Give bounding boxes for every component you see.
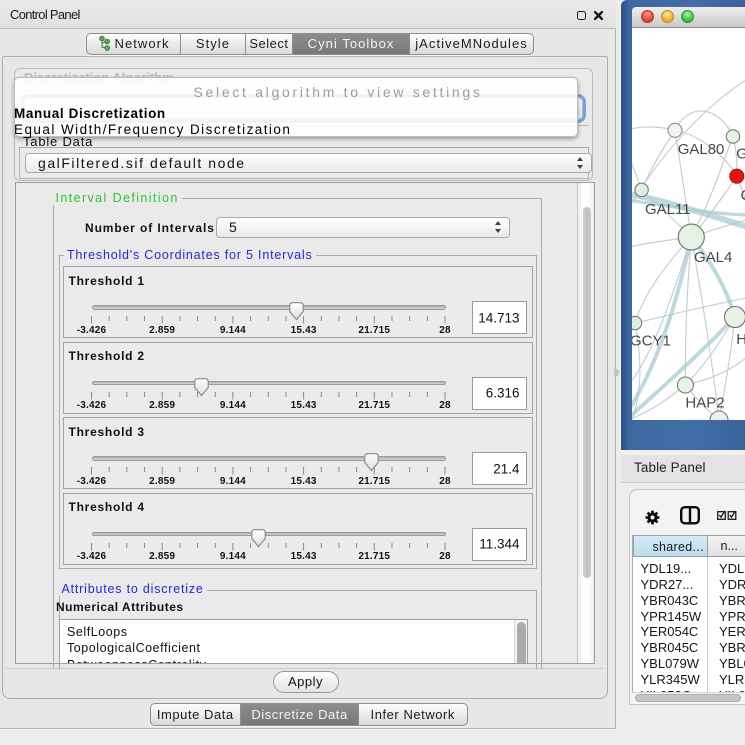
svg-text:HAP2: HAP2: [685, 394, 724, 411]
svg-text:GCY1: GCY1: [632, 332, 671, 349]
svg-text:GAL4: GAL4: [694, 249, 732, 266]
svg-text:H: H: [736, 331, 745, 348]
svg-text:G...: G...: [736, 145, 745, 162]
svg-text:C...: C...: [740, 187, 745, 204]
svg-text:GAL80: GAL80: [677, 141, 724, 158]
svg-text:GAL11: GAL11: [645, 201, 691, 218]
